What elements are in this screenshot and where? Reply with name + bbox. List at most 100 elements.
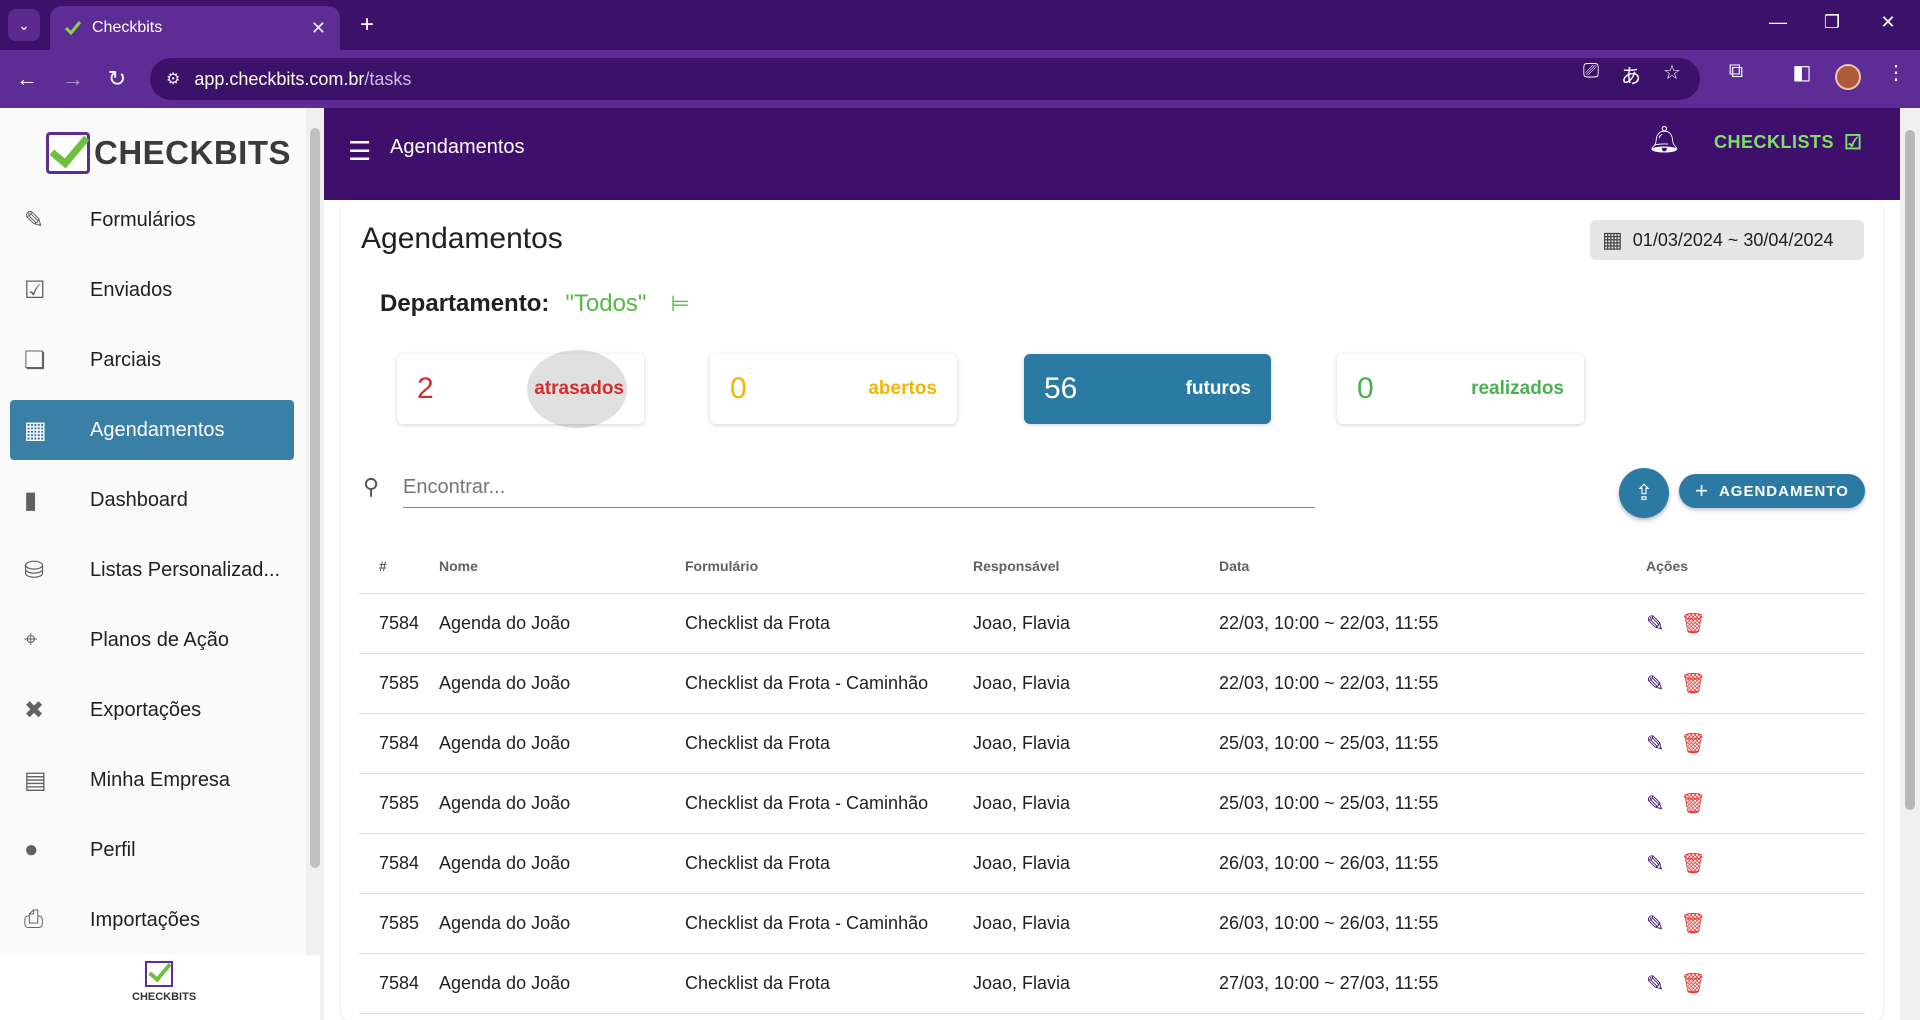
stat-late-button[interactable]: 2 atrasados <box>397 350 644 428</box>
address-bar[interactable]: ⚙ app.checkbits.com.br/tasks <box>150 58 1700 100</box>
partial-docs-icon: ❏ <box>24 346 46 374</box>
delete-trash-icon[interactable]: 🗑︎ <box>1680 971 1705 996</box>
sidebar-item-formularios[interactable]: ✎ Formulários <box>10 190 294 250</box>
sidebar-item-agendamentos[interactable]: ▦ Agendamentos <box>10 400 294 460</box>
bar-chart-icon: ▮ <box>24 486 38 514</box>
page-title: Agendamentos <box>361 222 563 255</box>
page-scrollbar[interactable] <box>1900 108 1920 1020</box>
sidebar-item-label: Parciais <box>90 348 162 371</box>
menu-hamburger-icon[interactable]: ☰ <box>348 136 371 167</box>
sidebar-item-enviados[interactable]: ☑ Enviados <box>10 260 294 320</box>
cell-acoes: ✎ 🗑︎ <box>1646 611 1846 637</box>
excel-file-icon: ✖ <box>24 696 45 724</box>
table-row[interactable]: 7585 Agenda do João Checklist da Frota -… <box>359 894 1865 954</box>
back-icon[interactable]: ← <box>12 64 42 94</box>
table-row[interactable]: 7584 Agenda do João Checklist da Frota J… <box>359 594 1865 654</box>
cell-id: 7585 <box>379 913 420 933</box>
browser-menu-icon[interactable]: ⋮ <box>1880 60 1912 85</box>
profile-avatar[interactable] <box>1835 64 1861 90</box>
sidebar-item-listas[interactable]: ⛁ Listas Personalizad... <box>10 540 294 600</box>
stat-count: 0 <box>1357 372 1374 405</box>
tab-search-icon[interactable]: ⌄ <box>8 9 40 41</box>
cell-responsavel: Joao, Flavia <box>973 853 1071 873</box>
tab-close-icon[interactable]: ✕ <box>311 18 326 39</box>
notification-bell-icon[interactable]: 🔔︎ <box>1648 124 1681 155</box>
browser-toolbar: ← → ↻ ⚙ app.checkbits.com.br/tasks ⎚ あ ☆… <box>0 50 1920 108</box>
cell-acoes: ✎ 🗑︎ <box>1646 851 1846 877</box>
delete-trash-icon[interactable]: 🗑︎ <box>1680 911 1705 936</box>
restore-icon[interactable]: ❐ <box>1812 12 1852 33</box>
col-responsavel: Responsável <box>973 557 1060 574</box>
col-acoes: Ações <box>1646 557 1689 574</box>
table-row[interactable]: 7585 Agenda do João Checklist da Frota -… <box>359 654 1865 714</box>
cell-responsavel: Joao, Flavia <box>973 793 1071 813</box>
department-value[interactable]: "Todos" <box>565 290 646 318</box>
date-range-picker[interactable]: ▦ 01/03/2024 ~ 30/04/2024 <box>1590 220 1864 260</box>
table-row[interactable]: 7584 Agenda do João Checklist da Frota J… <box>359 954 1865 1014</box>
stat-open-button[interactable]: 0 abertos <box>710 354 957 424</box>
col-data: Data <box>1219 557 1250 574</box>
install-app-icon[interactable]: ⎚ <box>1575 60 1607 83</box>
sidebar-item-dashboard[interactable]: ▮ Dashboard <box>10 470 294 530</box>
sidebar-item-exportacoes[interactable]: ✖ Exportações <box>10 680 294 740</box>
cell-data: 22/03, 10:00 ~ 22/03, 11:55 <box>1219 613 1439 633</box>
browser-tab[interactable]: Checkbits ✕ <box>50 6 340 50</box>
sidebar: CHECKBITS ✎ Formulários ☑ Enviados ❏ Par… <box>0 108 306 1020</box>
edit-pencil-icon[interactable]: ✎ <box>1646 791 1664 817</box>
cell-formulario: Checklist da Frota - Caminhão <box>685 793 929 813</box>
col-nome: Nome <box>439 557 478 574</box>
edit-pencil-icon[interactable]: ✎ <box>1646 671 1664 697</box>
translate-icon[interactable]: あ <box>1615 60 1647 89</box>
edit-pencil-icon[interactable]: ✎ <box>1646 611 1664 637</box>
sidebar-item-label: Minha Empresa <box>90 768 231 791</box>
search-input[interactable] <box>403 468 1315 508</box>
minimize-icon[interactable]: — <box>1758 12 1798 33</box>
checklists-button[interactable]: CHECKLISTS ☑ <box>1714 130 1862 155</box>
delete-trash-icon[interactable]: 🗑︎ <box>1680 731 1705 756</box>
stat-future-button[interactable]: 56 futuros <box>1024 354 1271 424</box>
edit-pencil-icon[interactable]: ✎ <box>1646 731 1664 757</box>
import-file-button[interactable]: ⇪ <box>1619 468 1669 518</box>
cell-responsavel: Joao, Flavia <box>973 673 1071 693</box>
site-info-icon[interactable]: ⚙ <box>166 69 180 89</box>
bookmark-star-icon[interactable]: ☆ <box>1656 60 1688 85</box>
stat-done-button[interactable]: 0 realizados <box>1337 354 1584 424</box>
edit-pencil-icon[interactable]: ✎ <box>1646 971 1664 997</box>
table-row[interactable]: 7584 Agenda do João Checklist da Frota J… <box>359 714 1865 774</box>
add-schedule-label: AGENDAMENTO <box>1718 482 1849 500</box>
page-scroll-thumb[interactable] <box>1905 130 1915 810</box>
sidebar-scrollbar[interactable] <box>306 108 324 1020</box>
stat-count: 2 <box>417 372 434 405</box>
cell-id: 7584 <box>379 973 420 993</box>
cell-data: 26/03, 10:00 ~ 26/03, 11:55 <box>1219 853 1439 873</box>
cell-nome: Agenda do João <box>439 853 571 873</box>
delete-trash-icon[interactable]: 🗑︎ <box>1680 611 1705 636</box>
table-row[interactable]: 7584 Agenda do João Checklist da Frota J… <box>359 834 1865 894</box>
edit-pencil-icon[interactable]: ✎ <box>1646 851 1664 877</box>
sidebar-item-planos[interactable]: ⌖ Planos de Ação <box>10 610 294 670</box>
delete-trash-icon[interactable]: 🗑︎ <box>1680 851 1705 876</box>
delete-trash-icon[interactable]: 🗑︎ <box>1680 671 1705 696</box>
delete-trash-icon[interactable]: 🗑︎ <box>1680 791 1705 816</box>
extensions-icon[interactable]: ⧉ <box>1720 60 1752 83</box>
edit-pencil-icon[interactable]: ✎ <box>1646 911 1664 937</box>
sidebar-item-perfil[interactable]: ● Perfil <box>10 820 294 880</box>
sidebar-scroll-thumb[interactable] <box>310 128 320 868</box>
table-row[interactable]: 7585 Agenda do João Checklist da Frota -… <box>359 774 1865 834</box>
logo-text: CHECKBITS <box>94 134 292 171</box>
sidebar-item-label: Dashboard <box>90 488 188 511</box>
checkbits-favicon-icon <box>64 21 82 36</box>
stat-label: atrasados <box>534 378 624 399</box>
sidebar-item-parciais[interactable]: ❏ Parciais <box>10 330 294 390</box>
department-tree-icon[interactable]: ⊨ <box>670 291 689 317</box>
reload-icon[interactable]: ↻ <box>102 64 132 94</box>
side-panel-icon[interactable]: ◧ <box>1786 60 1818 85</box>
form-edit-icon: ✎ <box>24 206 45 234</box>
window-close-icon[interactable]: ✕ <box>1868 12 1908 33</box>
add-schedule-button[interactable]: + AGENDAMENTO <box>1679 474 1865 508</box>
new-tab-icon[interactable]: + <box>352 10 382 40</box>
sidebar-item-importacoes[interactable]: ⎙ Importações <box>10 890 294 950</box>
forward-icon[interactable]: → <box>58 64 88 94</box>
table-header: # Nome Formulário Responsável Data Ações <box>359 538 1865 594</box>
sidebar-item-empresa[interactable]: ▤ Minha Empresa <box>10 750 294 810</box>
